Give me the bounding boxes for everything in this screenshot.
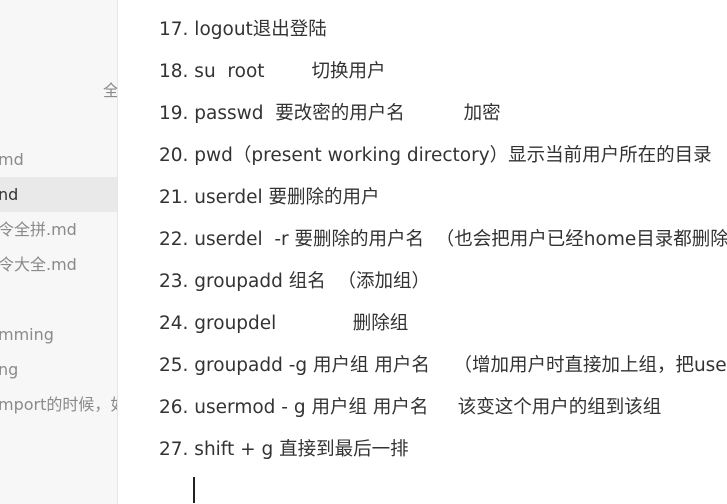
file-sidebar: 全 md nd 令全拼.md 令大全.md mming ng mport的时候，… [0,0,118,504]
sidebar-item-5[interactable]: 令大全.md [0,247,117,282]
list-item[interactable]: 26. usermod - g 用户组 用户名 该变这个用户的组到该组 [159,393,661,423]
sidebar-item-6[interactable]: mming [0,317,117,352]
sidebar-item-label: 全 [103,73,117,108]
text-cursor [193,477,195,503]
sidebar-item-label: mming [0,325,54,344]
list-item[interactable]: 24. groupdel 删除组 [159,309,408,339]
sidebar-item-label: nd [0,185,19,204]
list-item[interactable]: 27. shift + g 直接到最后一排 [159,435,409,465]
list-item[interactable]: 21. userdel 要删除的用户 [159,183,379,213]
list-item[interactable]: 23. groupadd 组名 （添加组） [159,267,430,297]
list-item[interactable]: 25. groupadd -g 用户组 用户名 （增加用户时直接加上组，把use… [159,351,727,381]
sidebar-item-1[interactable]: 全 [0,73,117,108]
sidebar-item-2[interactable]: md [0,142,117,177]
sidebar-item-label: 令全拼.md [0,220,77,239]
sidebar-item-label: ng [0,360,19,379]
list-item[interactable]: 20. pwd（present working directory）显示当前用户… [159,141,712,171]
list-item[interactable]: 17. logout退出登陆 [159,15,327,45]
sidebar-item-3-active[interactable]: nd [0,177,117,212]
sidebar-item-label: mport的时候，如 [0,395,117,414]
list-item[interactable]: 22. userdel -r 要删除的用户名 （也会把用户已经home目录都删除 [159,225,727,255]
markdown-editor[interactable]: 17. logout退出登陆 18. su root 切换用户 19. pass… [118,0,727,504]
sidebar-item-7[interactable]: ng [0,352,117,387]
sidebar-item-label: 令大全.md [0,255,77,274]
sidebar-item-label: md [0,150,24,169]
list-item[interactable]: 18. su root 切换用户 [159,57,386,87]
sidebar-item-8[interactable]: mport的时候，如 [0,387,117,422]
list-item[interactable]: 19. passwd 要改密的用户名 加密 [159,99,501,129]
sidebar-item-4[interactable]: 令全拼.md [0,212,117,247]
